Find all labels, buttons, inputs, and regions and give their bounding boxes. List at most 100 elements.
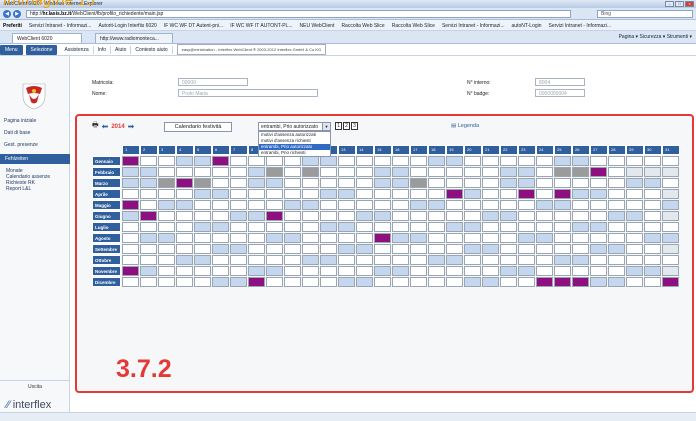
calendar-day-cell[interactable] — [464, 156, 481, 166]
calendar-day-cell[interactable] — [464, 211, 481, 221]
calendar-day-cell[interactable] — [428, 167, 445, 177]
calendar-day-cell[interactable] — [194, 156, 211, 166]
calendar-day-cell[interactable] — [500, 167, 517, 177]
calendar-day-cell[interactable] — [608, 255, 625, 265]
calendar-day-cell[interactable] — [212, 266, 229, 276]
calendar-day-cell[interactable] — [464, 178, 481, 188]
page-button[interactable]: 1 — [335, 122, 342, 130]
calendar-day-cell[interactable] — [428, 277, 445, 287]
calendar-day-cell[interactable] — [590, 167, 607, 177]
calendar-day-cell[interactable] — [644, 167, 661, 177]
calendar-day-cell[interactable] — [626, 189, 643, 199]
calendar-day-cell[interactable] — [320, 277, 337, 287]
calendar-day-cell[interactable] — [626, 211, 643, 221]
calendar-day-cell[interactable] — [518, 277, 535, 287]
calendar-day-cell[interactable] — [302, 156, 319, 166]
calendar-day-cell[interactable] — [608, 200, 625, 210]
calendar-day-cell[interactable] — [410, 255, 427, 265]
calendar-day-cell[interactable] — [338, 233, 355, 243]
calendar-day-cell[interactable] — [374, 211, 391, 221]
calendar-day-cell[interactable] — [392, 156, 409, 166]
help-link[interactable]: Aiuto — [111, 45, 132, 54]
calendar-day-cell[interactable] — [122, 189, 139, 199]
calendar-day-cell[interactable] — [266, 233, 283, 243]
calendar-day-cell[interactable] — [428, 200, 445, 210]
calendar-day-cell[interactable] — [374, 178, 391, 188]
calendar-day-cell[interactable] — [158, 233, 175, 243]
calendar-day-cell[interactable] — [320, 255, 337, 265]
calendar-day-cell[interactable] — [554, 189, 571, 199]
calendar-day-cell[interactable] — [554, 211, 571, 221]
calendar-day-cell[interactable] — [572, 244, 589, 254]
calendar-day-cell[interactable] — [428, 244, 445, 254]
calendar-day-cell[interactable] — [122, 277, 139, 287]
calendar-day-cell[interactable] — [500, 266, 517, 276]
calendar-day-cell[interactable] — [662, 233, 679, 243]
calendar-day-cell[interactable] — [284, 189, 301, 199]
calendar-day-cell[interactable] — [302, 255, 319, 265]
calendar-day-cell[interactable] — [536, 255, 553, 265]
search-input[interactable]: Bing — [597, 10, 693, 18]
calendar-day-cell[interactable] — [248, 178, 265, 188]
calendar-day-cell[interactable] — [464, 222, 481, 232]
calendar-day-cell[interactable] — [482, 178, 499, 188]
calendar-day-cell[interactable] — [230, 200, 247, 210]
calendar-day-cell[interactable] — [248, 277, 265, 287]
calendar-day-cell[interactable] — [464, 277, 481, 287]
favorite-link[interactable]: Autorit-Login Interfiis 6020 — [98, 23, 156, 29]
favorites-button[interactable]: Preferiti — [3, 23, 22, 29]
calendar-day-cell[interactable] — [302, 189, 319, 199]
calendar-day-cell[interactable] — [662, 178, 679, 188]
calendar-day-cell[interactable] — [284, 233, 301, 243]
calendar-day-cell[interactable] — [248, 244, 265, 254]
calendar-day-cell[interactable] — [338, 266, 355, 276]
calendar-day-cell[interactable] — [212, 189, 229, 199]
calendar-day-cell[interactable] — [392, 211, 409, 221]
calendar-day-cell[interactable] — [194, 244, 211, 254]
calendar-day-cell[interactable] — [572, 255, 589, 265]
calendar-day-cell[interactable] — [518, 244, 535, 254]
back-icon[interactable]: ◀ — [3, 10, 11, 18]
calendar-day-cell[interactable] — [374, 167, 391, 177]
calendar-day-cell[interactable] — [194, 233, 211, 243]
calendar-day-cell[interactable] — [482, 211, 499, 221]
calendar-day-cell[interactable] — [428, 156, 445, 166]
calendar-day-cell[interactable] — [266, 244, 283, 254]
calendar-day-cell[interactable] — [626, 222, 643, 232]
calendar-day-cell[interactable] — [572, 189, 589, 199]
calendar-day-cell[interactable] — [572, 277, 589, 287]
calendar-day-cell[interactable] — [644, 156, 661, 166]
calendar-day-cell[interactable] — [572, 167, 589, 177]
calendar-day-cell[interactable] — [500, 255, 517, 265]
calendar-day-cell[interactable] — [338, 189, 355, 199]
calendar-day-cell[interactable] — [212, 156, 229, 166]
calendar-day-cell[interactable] — [230, 266, 247, 276]
calendar-day-cell[interactable] — [356, 156, 373, 166]
calendar-day-cell[interactable] — [572, 211, 589, 221]
calendar-day-cell[interactable] — [230, 167, 247, 177]
calendar-day-cell[interactable] — [338, 156, 355, 166]
calendar-day-cell[interactable] — [446, 255, 463, 265]
calendar-day-cell[interactable] — [518, 178, 535, 188]
holiday-calendar-button[interactable]: Calendario festività — [164, 122, 232, 132]
calendar-day-cell[interactable] — [320, 266, 337, 276]
calendar-day-cell[interactable] — [446, 167, 463, 177]
calendar-day-cell[interactable] — [230, 255, 247, 265]
command-bar[interactable]: Pagina ▾ Sicurezza ▾ Strumenti ▾ — [619, 34, 692, 40]
calendar-day-cell[interactable] — [356, 189, 373, 199]
calendar-day-cell[interactable] — [374, 200, 391, 210]
calendar-day-cell[interactable] — [194, 178, 211, 188]
calendar-day-cell[interactable] — [320, 167, 337, 177]
calendar-day-cell[interactable] — [284, 156, 301, 166]
calendar-day-cell[interactable] — [608, 178, 625, 188]
calendar-day-cell[interactable] — [374, 189, 391, 199]
calendar-day-cell[interactable] — [446, 222, 463, 232]
calendar-day-cell[interactable] — [320, 233, 337, 243]
calendar-day-cell[interactable] — [428, 222, 445, 232]
favorite-link[interactable]: autoNT-Login — [512, 23, 542, 29]
favorite-link[interactable]: IF WC WF DT Autent-pni... — [164, 23, 223, 29]
calendar-day-cell[interactable] — [644, 266, 661, 276]
calendar-day-cell[interactable] — [374, 156, 391, 166]
calendar-day-cell[interactable] — [140, 167, 157, 177]
url-field[interactable]: http://hr.lasis.bz.it/WebClient/fb/profi… — [26, 10, 571, 18]
